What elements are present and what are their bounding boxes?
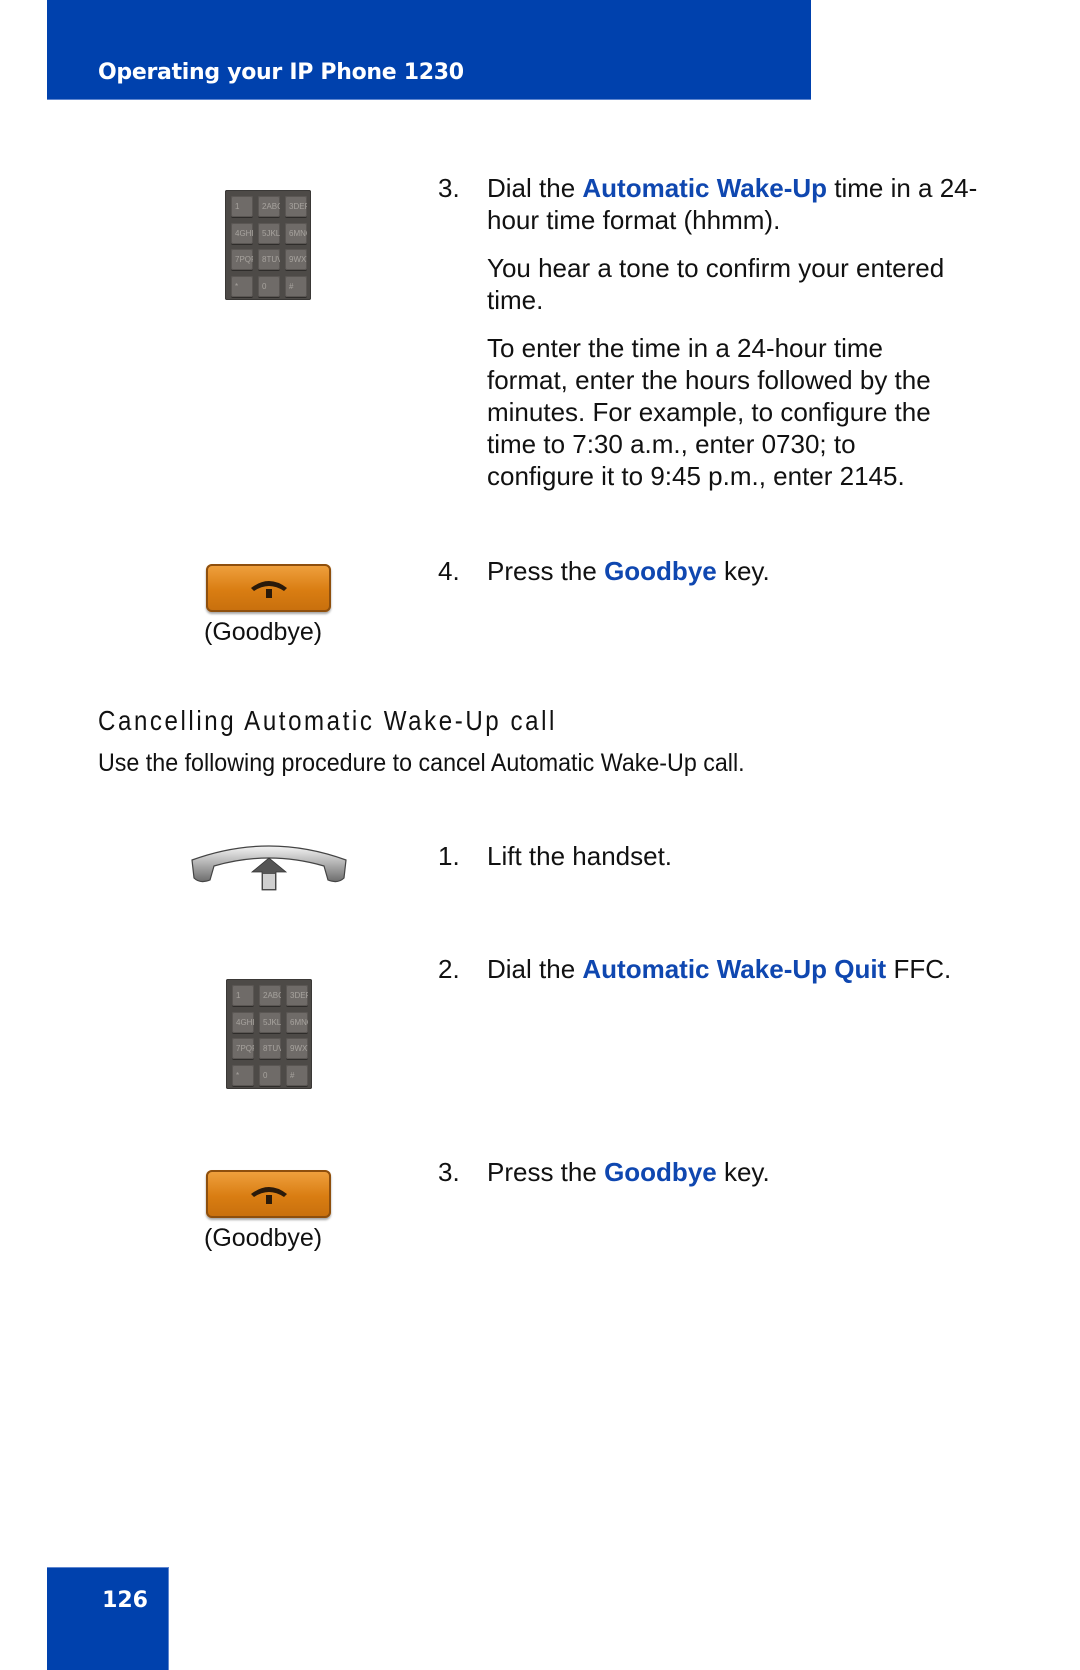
keypad-key: 0: [259, 1064, 281, 1086]
keypad-key: 6MNO: [286, 1011, 308, 1033]
highlight-term: Goodbye: [604, 556, 717, 586]
keypad-icon: 12ABC3DEF 4GHI5JKL6MNO 7PQRS8TUV9WXYZ *0#: [226, 979, 312, 1089]
keypad-key: 1: [232, 985, 254, 1006]
step-3-dial-time: 3. Dial the Automatic Wake-Up time in a …: [438, 172, 998, 508]
step-1-lift-handset: 1. Lift the handset.: [438, 840, 998, 888]
keypad-key: #: [285, 275, 307, 297]
step-note: You hear a tone to confirm your entered …: [487, 253, 945, 315]
keypad-key: 2ABC: [259, 985, 281, 1006]
page-number: 126: [102, 1588, 148, 1613]
step-instruction: Lift the handset.: [487, 841, 673, 871]
keypad-key: 3DEF: [286, 985, 308, 1006]
keypad-key: 8TUV: [259, 1038, 281, 1059]
keypad-key: 0: [258, 275, 280, 297]
keypad-key: 8TUV: [258, 249, 280, 270]
keypad-key: *: [232, 1064, 254, 1086]
keypad-key: 9WXYZ: [285, 249, 307, 270]
header-title: Operating your IP Phone 1230: [98, 60, 464, 85]
goodbye-key-icon: [206, 1170, 331, 1218]
lift-handset-icon: [191, 845, 347, 891]
step-instruction: Press the Goodbye key.: [487, 556, 770, 586]
goodbye-caption: (Goodbye): [204, 618, 323, 646]
section-intro: Use the following procedure to cancel Au…: [98, 749, 745, 777]
goodbye-caption: (Goodbye): [204, 1224, 323, 1252]
keypad-key: #: [286, 1064, 308, 1086]
goodbye-key-icon: [206, 564, 331, 612]
step-4-press-goodbye: 4. Press the Goodbye key.: [438, 555, 998, 603]
phone-hangup-icon: [251, 1187, 287, 1204]
page-number-box: 126: [47, 1567, 169, 1670]
keypad-key: 7PQRS: [232, 1038, 254, 1059]
step-instruction: Dial the Automatic Wake-Up time in a 24-…: [487, 173, 978, 235]
keypad-key: *: [231, 275, 253, 297]
highlight-term: Automatic Wake-Up: [582, 173, 828, 203]
keypad-key: 5JKL: [259, 1011, 281, 1033]
step-note: To enter the time in a 24-hour time form…: [487, 333, 931, 491]
phone-hangup-icon: [251, 581, 287, 598]
highlight-term: Goodbye: [604, 1157, 717, 1187]
section-heading: Cancelling Automatic Wake-Up call: [98, 705, 557, 736]
step-number: 1.: [438, 841, 460, 871]
keypad-key: 4GHI: [232, 1011, 254, 1033]
step-instruction: Press the Goodbye key.: [487, 1157, 770, 1187]
keypad-key: 7PQRS: [231, 249, 253, 270]
keypad-key: 9WXYZ: [286, 1038, 308, 1059]
step-number: 3.: [438, 1157, 460, 1187]
step-number: 3.: [438, 173, 460, 203]
keypad-key: 6MNO: [285, 222, 307, 244]
step-instruction: Dial the Automatic Wake-Up Quit FFC.: [487, 954, 952, 984]
step-3-press-goodbye: 3. Press the Goodbye key.: [438, 1156, 998, 1204]
keypad-key: 2ABC: [258, 196, 280, 217]
highlight-term: Automatic Wake-Up Quit: [582, 954, 887, 984]
step-number: 2.: [438, 954, 460, 984]
keypad-key: 1: [231, 196, 253, 217]
keypad-key: 5JKL: [258, 222, 280, 244]
keypad-key: 4GHI: [231, 222, 253, 244]
keypad-key: 3DEF: [285, 196, 307, 217]
step-number: 4.: [438, 556, 460, 586]
step-2-dial-quit: 2. Dial the Automatic Wake-Up Quit FFC.: [438, 953, 998, 1001]
page-header: Operating your IP Phone 1230: [47, 0, 811, 100]
keypad-icon: 12ABC3DEF 4GHI5JKL6MNO 7PQRS8TUV9WXYZ *0#: [225, 190, 311, 300]
